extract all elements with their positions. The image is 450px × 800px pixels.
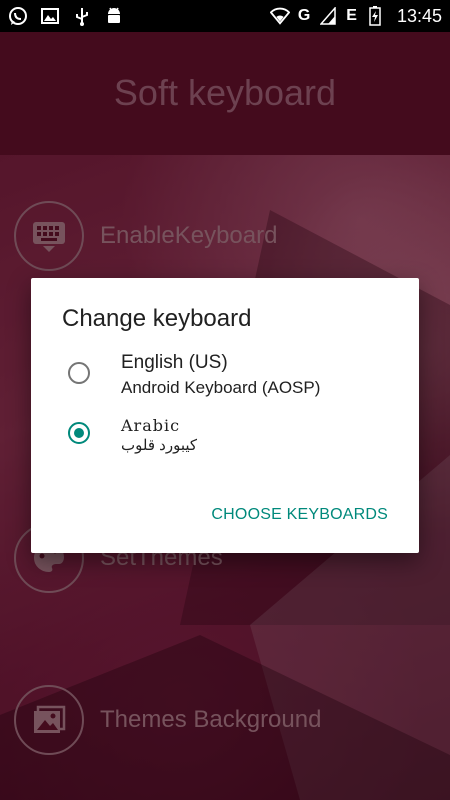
option-title: English (US) — [121, 352, 228, 373]
battery-icon — [365, 6, 385, 26]
usb-icon — [72, 6, 92, 26]
android-icon — [104, 6, 124, 26]
choose-keyboards-button[interactable]: CHOOSE KEYBOARDS — [211, 506, 388, 524]
network-type: G — [297, 7, 311, 24]
change-keyboard-dialog: Change keyboard English (US) Android Key… — [31, 278, 419, 553]
option-subtitle: Android Keyboard (AOSP) — [121, 378, 321, 397]
radio-button[interactable] — [68, 362, 90, 384]
image-icon — [40, 6, 60, 26]
option-subtitle: كيبورد قلوب — [121, 437, 198, 454]
radio-button-selected[interactable] — [68, 422, 90, 444]
wifi-icon — [269, 6, 290, 26]
whatsapp-icon — [8, 6, 28, 26]
keyboard-option-english[interactable]: English (US) Android Keyboard (AOSP) — [31, 348, 419, 408]
keyboard-option-arabic[interactable]: Arabic كيبورد قلوب — [31, 412, 419, 472]
status-bar: G E 13:45 — [0, 0, 450, 32]
signal-icon — [318, 6, 338, 26]
clock: 13:45 — [396, 5, 442, 26]
option-title: Arabic — [121, 416, 181, 435]
network-type-secondary: E — [346, 7, 357, 24]
dialog-title: Change keyboard — [62, 305, 252, 332]
